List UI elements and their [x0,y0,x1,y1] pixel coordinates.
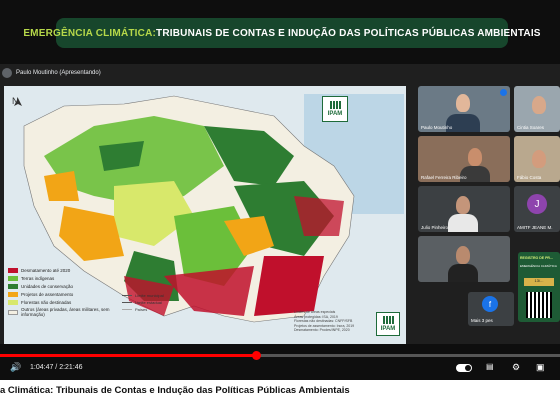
more-avatar: f [482,296,498,312]
ipam-logo-bottom: IPAM [376,312,400,336]
banner-accent: EMERGÊNCIA CLIMÁTICA: [23,27,157,39]
legend-item: Florestas não destinadas [8,298,120,306]
time-display: 1:04:47 / 2:21:46 [30,364,83,371]
scrubber-handle[interactable] [251,351,261,360]
map-legend: Desmatamento até 2020 Terras indígenas U… [8,266,120,318]
legend-item: Outros (áreas privadas, áreas militares,… [8,306,120,318]
ipam-bars-icon [382,316,394,324]
card-sub: EMERGÊNCIA CLIMÁTICA [520,264,557,268]
ipam-bars-icon [329,101,341,109]
volume-icon[interactable]: 🔊 [10,362,21,373]
boundary-item: Limite estadual [122,299,172,306]
registration-card: REGISTRO DE PR... EMERGÊNCIA CLIMÁTICA 1… [518,252,560,322]
presenter-avatar-icon [2,68,12,78]
video-player[interactable]: EMERGÊNCIA CLIMÁTICA: TRIBUNAIS DE CONTA… [0,0,560,380]
progress-bar[interactable] [0,351,560,360]
participant-name: Fábio Costa [517,175,542,180]
participant-tile[interactable]: Paulo Moutinho [418,86,510,132]
miniplayer-icon[interactable]: ▣ [536,362,545,373]
legend-swatch [8,275,18,281]
settings-icon[interactable]: ⚙ [512,362,520,373]
legend-swatch [8,267,18,273]
presentation-slide: N IPAM Desmatamento até 2020 Terras indí… [4,86,406,344]
legend-item: Projetos de assentamento [8,290,120,298]
participant-name: Cintia Soares [517,125,545,130]
participant-grid: Paulo Moutinho Cintia Soares Rafael Ferr… [418,86,560,346]
participant-tile[interactable]: Fábio Costa [514,136,560,182]
legend-swatch [8,309,18,315]
participant-tile[interactable]: Rafael Ferreira Ribeiro [418,136,510,182]
more-participants-tile[interactable]: f Mais 3 pes [468,292,514,326]
card-title: REGISTRO DE PR... [520,256,553,260]
legend-swatch [8,283,18,289]
video-title: a Climática: Tribunais de Contas e Induç… [0,385,350,396]
ipam-logo-name: IPAM [380,326,396,332]
more-people-label: Mais 3 pes [471,318,493,323]
map-credits: Limites de áreas especiais Áreas protegi… [294,310,355,333]
participant-tile[interactable] [418,236,510,282]
subtitles-icon[interactable]: ▤ [486,362,494,371]
participant-avatar: J [527,194,547,214]
boundary-item: Limite municipal [122,292,172,299]
player-controls: 🔊 1:04:47 / 2:21:46 ▤ ⚙ ▣ [0,348,560,380]
participant-name: Julio Pinheiro [421,225,449,230]
legend-swatch [8,299,18,305]
presenter-bar: Paulo Moutinho (Apresentando) [0,64,420,82]
participant-tile[interactable]: J AMITF JEANE M. [514,186,560,232]
ipam-logo-top: IPAM [322,96,348,122]
boundary-item: Países [122,306,172,313]
legend-item: Terras indígenas [8,274,120,282]
presenter-label: Paulo Moutinho (Apresentando) [16,70,101,76]
participant-name: Rafael Ferreira Ribeiro [421,175,467,180]
event-banner: EMERGÊNCIA CLIMÁTICA: TRIBUNAIS DE CONTA… [23,18,540,48]
ipam-logo-name: IPAM [327,111,343,117]
boundary-legend: Limite municipal Limite estadual Países [122,292,172,313]
progress-played [0,354,256,357]
banner-title: TRIBUNAIS DE CONTAS E INDUÇÃO DAS POLÍTI… [156,27,541,39]
card-date: 13/... [524,278,554,286]
mic-active-icon [500,89,507,96]
autoplay-toggle[interactable] [456,364,472,372]
legend-swatch [8,291,18,297]
qr-code-icon [526,292,552,318]
participant-name: Paulo Moutinho [421,125,453,130]
legend-item: Unidades de conservação [8,282,120,290]
legend-item: Desmatamento até 2020 [8,266,120,274]
participant-tile[interactable]: Julio Pinheiro [418,186,510,232]
participant-name: AMITF JEANE M. [517,225,553,230]
participant-tile[interactable]: Cintia Soares [514,86,560,132]
